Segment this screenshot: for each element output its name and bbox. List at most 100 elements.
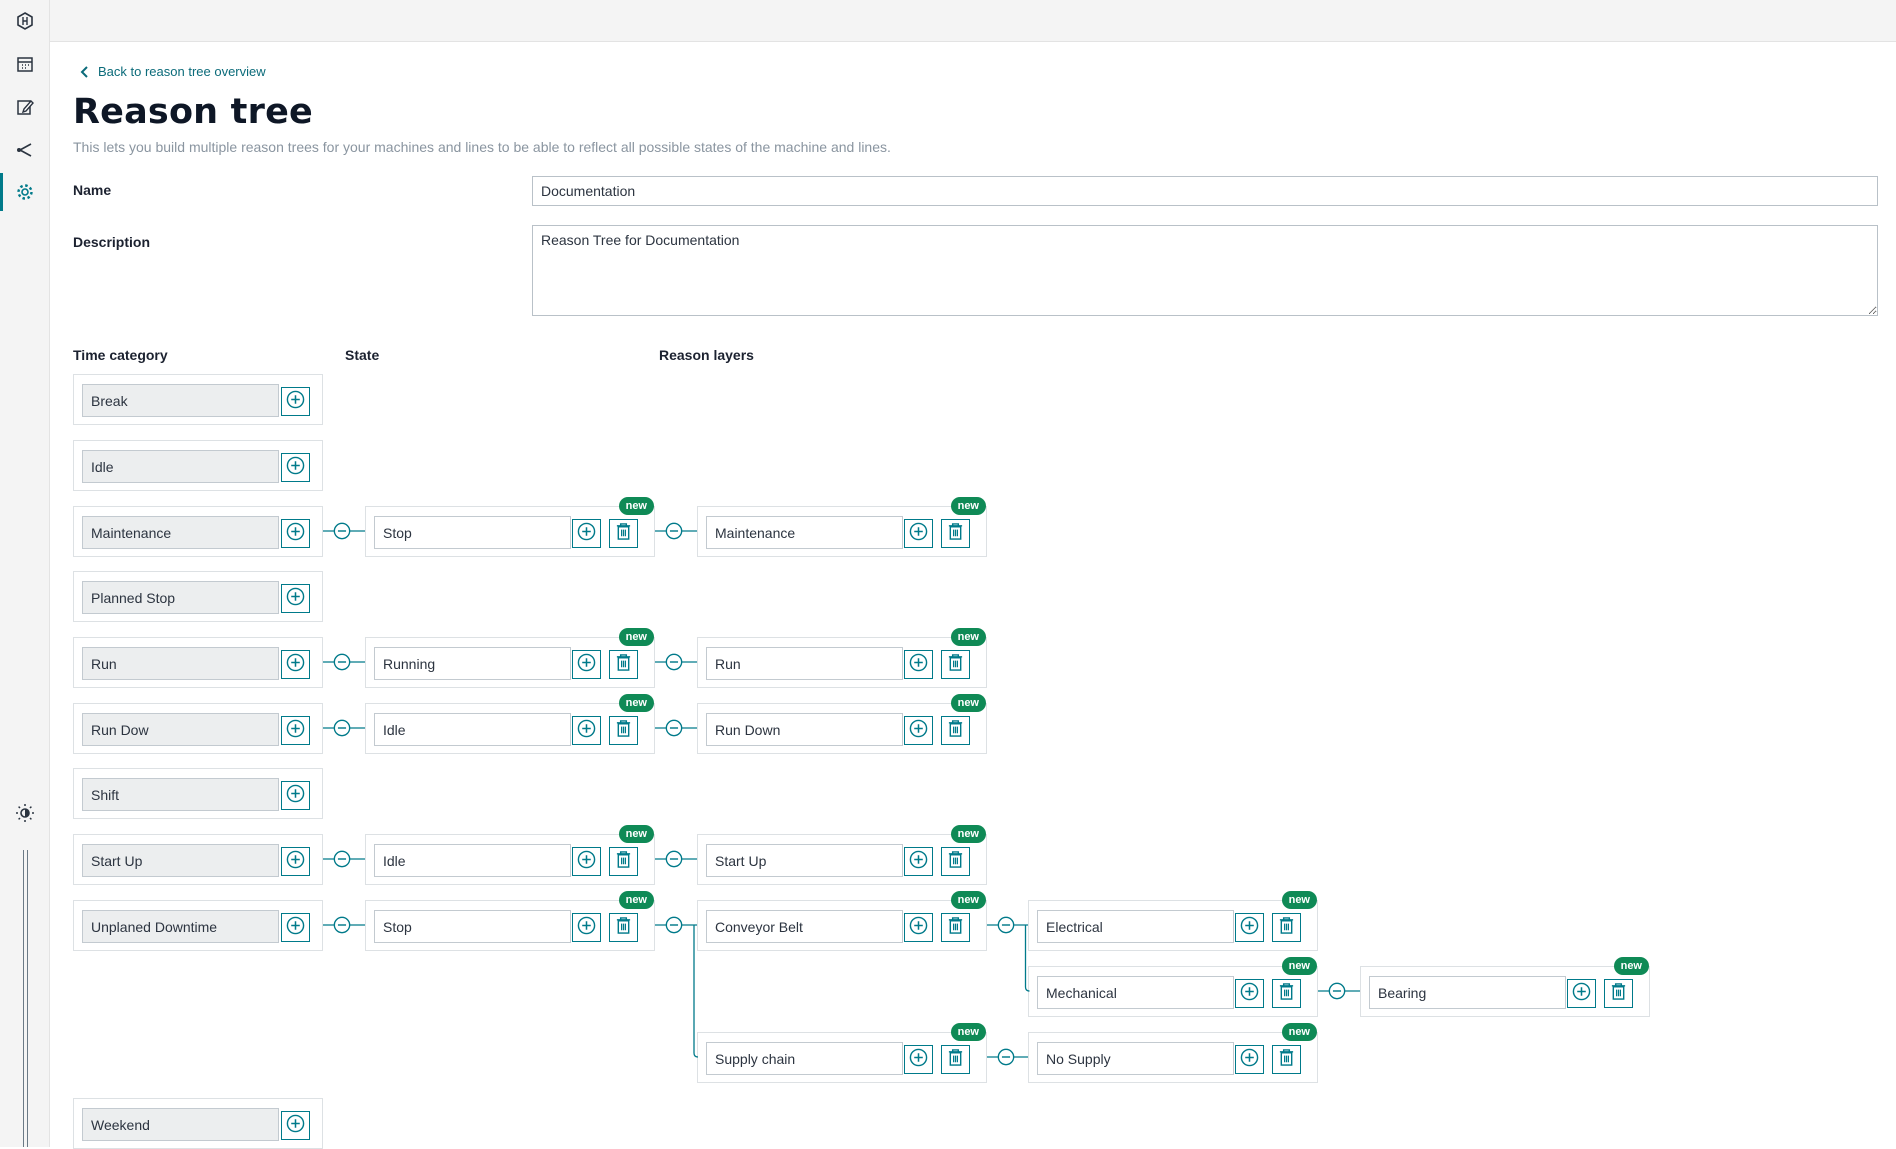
add-child-button[interactable] [904,519,933,548]
add-child-button[interactable] [281,716,310,745]
minus-circle-icon [997,916,1015,938]
gear-icon[interactable] [12,179,38,205]
node-value[interactable]: Stop [374,910,571,943]
add-child-button[interactable] [904,716,933,745]
delete-button[interactable] [1272,979,1301,1008]
delete-button[interactable] [1272,913,1301,942]
node-value[interactable]: Electrical [1037,910,1234,943]
node-value[interactable]: Start Up [82,844,279,877]
add-child-button[interactable] [1235,1045,1264,1074]
add-child-button[interactable] [281,387,310,416]
plus-circle-icon [286,653,305,677]
node-value[interactable]: Running [374,647,571,680]
delete-button[interactable] [941,913,970,942]
delete-button[interactable] [1272,1045,1301,1074]
collapse-toggle-12[interactable] [1328,982,1346,1000]
node-value[interactable]: Start Up [706,844,903,877]
delete-button[interactable] [609,716,638,745]
node-value[interactable]: No Supply [1037,1042,1234,1075]
add-child-button[interactable] [904,650,933,679]
add-child-button[interactable] [572,847,601,876]
add-child-button[interactable] [281,781,310,810]
delete-button[interactable] [941,1045,970,1074]
plus-circle-icon [909,522,928,546]
collapse-toggle-3[interactable] [333,850,351,868]
delete-button[interactable] [609,650,638,679]
calendar-icon[interactable] [12,51,38,77]
add-child-button[interactable] [281,1111,310,1140]
delete-button[interactable] [1604,979,1633,1008]
node-value[interactable]: Run [706,647,903,680]
add-child-button[interactable] [281,453,310,482]
reason-node-l1-2: Run Down new [697,694,987,754]
node-value[interactable]: Idle [82,450,279,483]
delete-button[interactable] [941,519,970,548]
node-value[interactable]: Break [82,384,279,417]
node-value[interactable]: Run Dow [82,713,279,746]
add-child-button[interactable] [1567,979,1596,1008]
delete-button[interactable] [609,519,638,548]
edit-icon[interactable] [12,94,38,120]
sidebar-scrollbar[interactable] [23,850,28,1147]
collapse-toggle-2[interactable] [333,719,351,737]
share-icon[interactable] [12,137,38,163]
node-value[interactable]: Stop [374,516,571,549]
description-textarea[interactable]: Reason Tree for Documentation [532,225,1878,316]
node-value[interactable]: Mechanical [1037,976,1234,1009]
collapse-toggle-0[interactable] [333,522,351,540]
add-child-button[interactable] [572,519,601,548]
node-value[interactable]: Unplaned Downtime [82,910,279,943]
app-logo-icon[interactable] [12,8,38,34]
node-value[interactable]: Shift [82,778,279,811]
plus-circle-icon [286,1114,305,1138]
add-child-button[interactable] [281,584,310,613]
node-value[interactable]: Planned Stop [82,581,279,614]
collapse-toggle-4[interactable] [333,916,351,934]
node-value[interactable]: Weekend [82,1108,279,1141]
collapse-toggle-9[interactable] [665,916,683,934]
theme-icon[interactable] [12,800,38,826]
add-child-button[interactable] [572,913,601,942]
node-value[interactable]: Idle [374,844,571,877]
delete-button[interactable] [609,913,638,942]
node-value[interactable]: Run [82,647,279,680]
add-child-button[interactable] [904,847,933,876]
delete-button[interactable] [941,650,970,679]
collapse-toggle-5[interactable] [665,522,683,540]
collapse-toggle-6[interactable] [665,653,683,671]
back-link[interactable]: Back to reason tree overview [80,64,266,79]
new-badge: new [950,1023,986,1041]
delete-button[interactable] [941,847,970,876]
node-value[interactable]: Conveyor Belt [706,910,903,943]
minus-circle-icon [665,522,683,544]
collapse-toggle-11[interactable] [997,1048,1015,1066]
add-child-button[interactable] [572,716,601,745]
add-child-button[interactable] [904,913,933,942]
add-child-button[interactable] [281,519,310,548]
time-category-node-6: Shift [73,768,323,819]
add-child-button[interactable] [1235,913,1264,942]
collapse-toggle-7[interactable] [665,719,683,737]
add-child-button[interactable] [281,913,310,942]
node-value[interactable]: Bearing [1369,976,1566,1009]
add-child-button[interactable] [281,847,310,876]
add-child-button[interactable] [281,650,310,679]
reason-node-l1-1: Run new [697,628,987,688]
node-value[interactable]: Maintenance [706,516,903,549]
collapse-toggle-8[interactable] [665,850,683,868]
node-value[interactable]: Supply chain [706,1042,903,1075]
delete-button[interactable] [609,847,638,876]
new-badge: new [618,891,654,909]
time-category-node-4: Run [73,637,323,688]
name-input[interactable] [532,176,1878,206]
collapse-toggle-10[interactable] [997,916,1015,934]
add-child-button[interactable] [1235,979,1264,1008]
node-value[interactable]: Idle [374,713,571,746]
trash-icon [615,916,632,940]
node-value[interactable]: Maintenance [82,516,279,549]
add-child-button[interactable] [572,650,601,679]
collapse-toggle-1[interactable] [333,653,351,671]
delete-button[interactable] [941,716,970,745]
node-value[interactable]: Run Down [706,713,903,746]
add-child-button[interactable] [904,1045,933,1074]
